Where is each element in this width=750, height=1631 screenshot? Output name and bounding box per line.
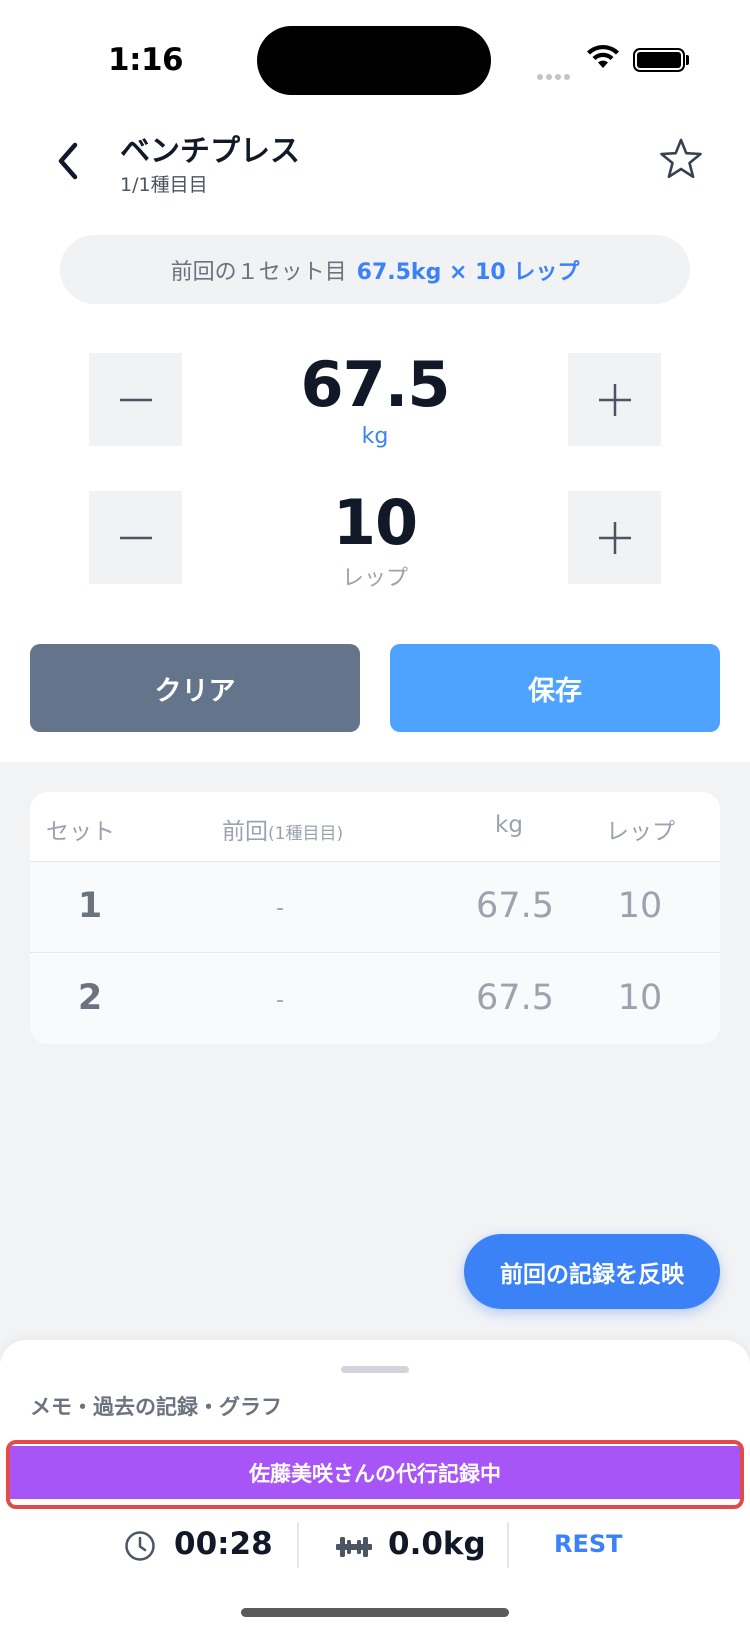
workout-status-bar: 00:28 0.0kg REST [0, 1512, 750, 1580]
weight-increment-button[interactable] [568, 353, 661, 446]
back-button[interactable] [46, 136, 90, 186]
reps-unit: レップ [341, 566, 408, 591]
home-indicator[interactable] [241, 1608, 509, 1617]
row-previous: - [276, 988, 284, 1013]
sheet-title[interactable]: メモ・過去の記録・グラフ [30, 1391, 282, 1421]
table-row[interactable]: 2 - 67.5 10 [30, 954, 720, 1044]
clock-icon [125, 1531, 155, 1561]
weight-unit: kg [361, 424, 389, 449]
timer-value: 00:28 [174, 1526, 273, 1562]
weight-value[interactable]: 67.5 [245, 348, 505, 421]
sheet-grabber[interactable] [341, 1366, 409, 1373]
row-kg[interactable]: 67.5 [455, 978, 575, 1018]
battery-icon [633, 48, 685, 72]
divider [507, 1522, 509, 1568]
previous-record-value: 67.5kg × 10 レップ [356, 259, 580, 285]
minus-icon [119, 536, 152, 539]
star-icon [660, 138, 702, 179]
table-header: セット 前回(1種目目) kg レップ [30, 792, 720, 862]
status-time: 1:16 [108, 42, 184, 78]
row-reps[interactable]: 10 [585, 978, 695, 1018]
header-reps: レップ [606, 819, 675, 845]
clear-button[interactable]: クリア [30, 644, 360, 732]
divider [297, 1522, 299, 1568]
reps-value[interactable]: 10 [245, 486, 505, 559]
cellular-signal-icon [537, 65, 575, 80]
plus-icon [598, 383, 631, 416]
highlight-outline [6, 1440, 744, 1509]
reps-increment-button[interactable] [568, 491, 661, 584]
table-row[interactable]: 1 - 67.5 10 [30, 862, 720, 953]
favorite-button[interactable] [658, 136, 708, 186]
previous-record-pill: 前回の１セット目 67.5kg × 10 レップ [60, 235, 690, 304]
exercise-progress: 1/1種目目 [120, 174, 208, 196]
dynamic-island [257, 26, 491, 95]
reps-decrement-button[interactable] [89, 491, 182, 584]
save-button[interactable]: 保存 [390, 644, 720, 732]
row-reps[interactable]: 10 [585, 886, 695, 926]
row-set: 2 [77, 978, 103, 1018]
sets-table: セット 前回(1種目目) kg レップ 1 - 67.5 10 2 - 67.5… [30, 792, 720, 1044]
minus-icon [119, 398, 152, 401]
battery-cap [686, 55, 689, 65]
chevron-left-icon [58, 142, 78, 180]
volume-value: 0.0kg [388, 1526, 486, 1562]
wifi-icon [586, 44, 620, 70]
plus-icon [598, 521, 631, 554]
weight-decrement-button[interactable] [89, 353, 182, 446]
header-kg: kg [495, 812, 523, 838]
rest-button[interactable]: REST [554, 1530, 623, 1558]
header-previous: 前回(1種目目) [222, 812, 343, 846]
header-previous-sub: (1種目目) [268, 824, 344, 844]
dumbbell-icon [336, 1537, 372, 1557]
exercise-title: ベンチプレス [120, 134, 300, 169]
row-kg[interactable]: 67.5 [455, 886, 575, 926]
apply-previous-button[interactable]: 前回の記録を反映 [464, 1234, 720, 1309]
previous-record-label: 前回の１セット目 [170, 259, 347, 285]
header-previous-label: 前回 [222, 819, 268, 845]
row-previous: - [276, 896, 284, 921]
header-set: セット [46, 819, 115, 845]
row-set: 1 [77, 886, 103, 926]
